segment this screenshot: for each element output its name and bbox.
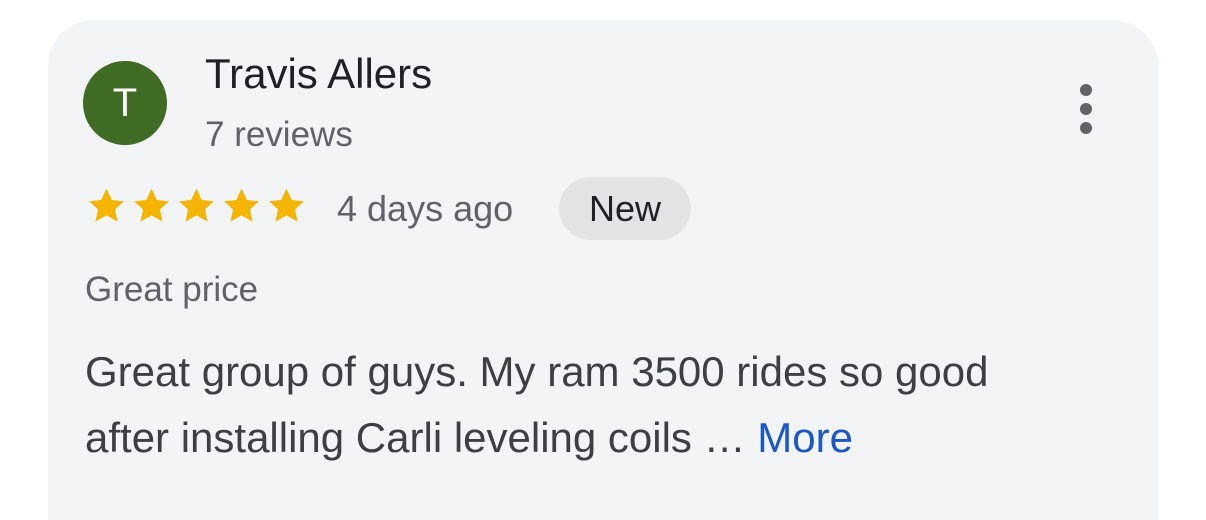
reviewer-review-count[interactable]: 7 reviews	[205, 115, 353, 155]
review-time: 4 days ago	[337, 188, 514, 229]
star-rating	[84, 184, 309, 228]
star-icon	[224, 188, 259, 222]
star-icon	[89, 188, 124, 222]
review-text-line-2-content: after installing Carli leveling coils …	[85, 414, 746, 461]
avatar[interactable]: T	[83, 61, 167, 145]
review-text-line-1: Great group of guys. My ram 3500 rides s…	[85, 348, 989, 395]
more-vert-icon	[1080, 84, 1092, 134]
new-badge: New	[559, 177, 691, 240]
review-text-line-2: after installing Carli leveling coils … …	[85, 414, 853, 462]
review-tag: Great price	[85, 270, 259, 309]
star-icon	[134, 188, 169, 222]
star-icon	[179, 188, 214, 222]
more-options-button[interactable]	[1070, 82, 1102, 138]
star-icon	[269, 188, 304, 222]
more-link[interactable]: More	[757, 414, 853, 461]
avatar-initial: T	[112, 81, 138, 125]
reviewer-name[interactable]: Travis Allers	[205, 50, 432, 98]
